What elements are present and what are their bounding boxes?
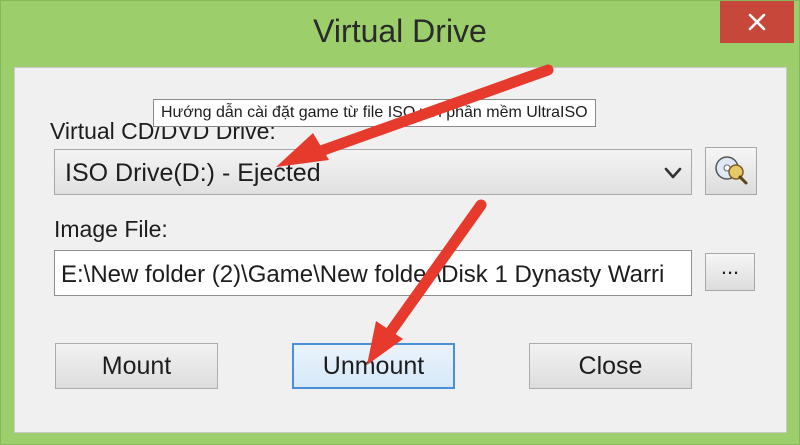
close-window-button[interactable] <box>720 1 794 43</box>
image-file-value: E:\New folder (2)\Game\New folder\Disk 1… <box>61 261 665 288</box>
close-button[interactable]: Close <box>529 343 692 389</box>
image-file-label: Image File: <box>54 216 168 242</box>
disc-search-icon <box>715 156 748 185</box>
window-title: Virtual Drive <box>313 13 487 49</box>
chevron-down-icon <box>664 167 682 179</box>
image-browse-button[interactable]: ... <box>705 253 755 291</box>
drive-select-value: ISO Drive(D:) - Ejected <box>65 159 321 187</box>
mount-button[interactable]: Mount <box>55 343 218 389</box>
drive-select[interactable]: ISO Drive(D:) - Ejected <box>54 149 692 195</box>
tooltip: Hướng dẫn cài đặt game từ file ISO với p… <box>153 99 596 127</box>
drive-browse-button[interactable] <box>705 147 757 195</box>
title-bar[interactable]: Virtual Drive <box>1 1 799 65</box>
image-file-input[interactable]: E:\New folder (2)\Game\New folder\Disk 1… <box>54 250 692 296</box>
unmount-button[interactable]: Unmount <box>292 343 455 389</box>
close-icon <box>748 13 766 31</box>
